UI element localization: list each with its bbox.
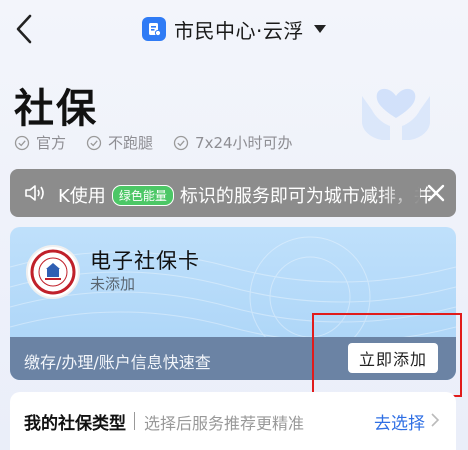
card-name: 电子社保卡 (90, 249, 200, 273)
add-now-button[interactable]: 立即添加 (348, 343, 438, 373)
social-security-type-row[interactable]: 我的社保类型 选择后服务推荐更精准 去选择 (10, 392, 456, 450)
chevron-right-icon (431, 413, 440, 427)
document-icon (142, 17, 166, 41)
check-circle-icon (14, 135, 30, 150)
badge-official: 官方 (14, 132, 66, 153)
badge-no-legwork: 不跑腿 (86, 132, 153, 153)
speaker-icon (25, 185, 44, 201)
type-label: 我的社保类型 (24, 414, 126, 434)
check-circle-icon (173, 135, 189, 150)
notice-text: K使用 绿色能量 标识的服务即可为城市减排，并 (58, 182, 432, 208)
choose-link[interactable]: 去选择 (374, 409, 425, 434)
divider (134, 412, 135, 430)
type-hint: 选择后服务推荐更精准 (144, 414, 305, 433)
check-circle-icon (86, 135, 102, 150)
social-security-card[interactable]: 电子社保卡 未添加 缴存/办理/账户信息快速查 立即添加 (10, 227, 456, 380)
badge-label: 官方 (36, 134, 67, 152)
notice-fade (380, 169, 420, 217)
card-status: 未添加 (90, 275, 136, 293)
app-title: 市民中心·云浮 (174, 18, 304, 43)
city-selector[interactable]: 市民中心·云浮 (142, 14, 326, 44)
page-title: 社保 (14, 86, 98, 132)
caret-down-icon (313, 25, 326, 33)
notice-bar[interactable]: K使用 绿色能量 标识的服务即可为城市减排，并 (10, 169, 456, 217)
badge-24-7: 7x24小时可办 (173, 132, 293, 153)
notice-text-before: K使用 (58, 186, 106, 207)
service-badges: 官方 不跑腿 7x24小时可办 (14, 132, 293, 153)
green-energy-pill: 绿色能量 (111, 184, 174, 206)
heart-hands-icon (362, 88, 430, 140)
top-bar: 市民中心·云浮 (0, 0, 468, 60)
social-security-seal-icon (26, 245, 80, 299)
card-footer: 缴存/办理/账户信息快速查 立即添加 (10, 337, 456, 380)
chevron-left-icon[interactable] (10, 12, 40, 46)
card-description: 缴存/办理/账户信息快速查 (24, 353, 211, 372)
close-icon[interactable] (424, 181, 448, 205)
badge-label: 不跑腿 (108, 134, 154, 152)
badge-label: 7x24小时可办 (195, 134, 293, 152)
